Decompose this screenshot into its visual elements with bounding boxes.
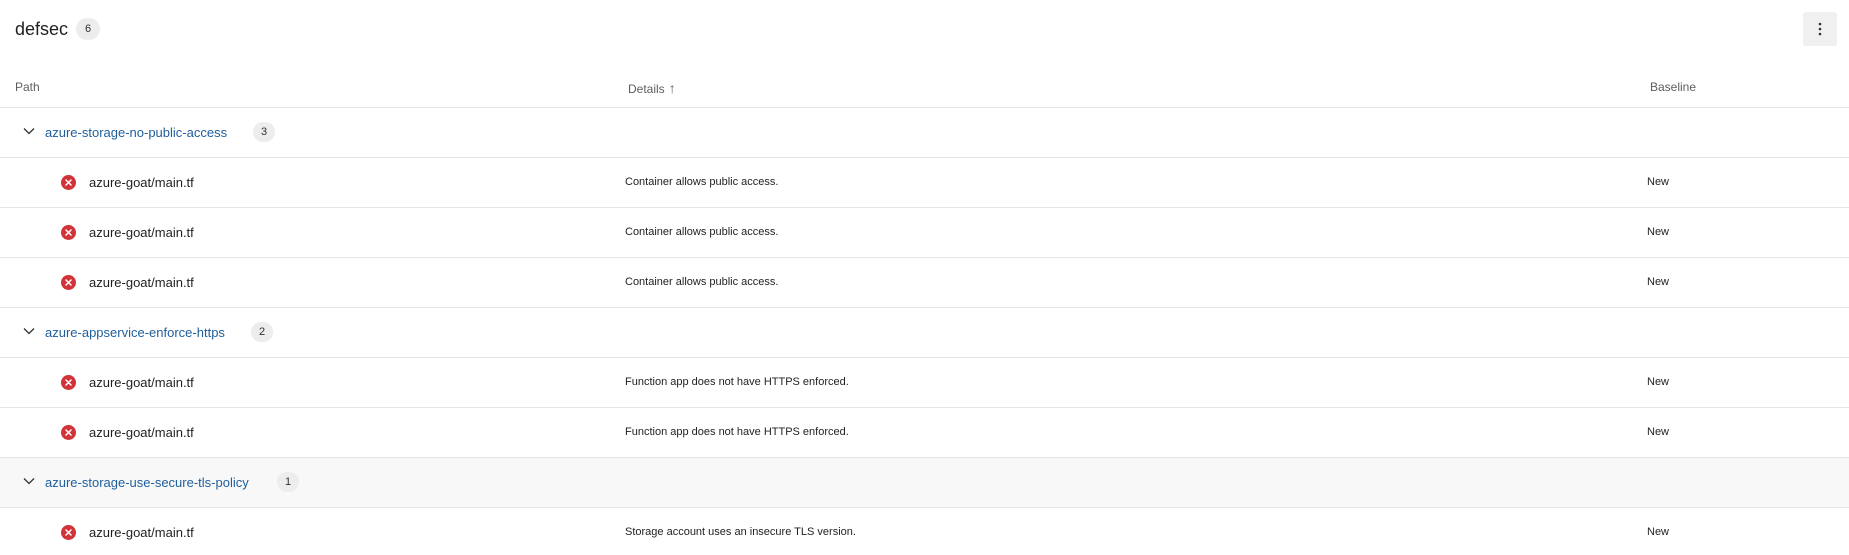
file-path[interactable]: azure-goat/main.tf [89,275,194,290]
error-icon [61,175,76,190]
arrow-up-icon: ↑ [668,80,676,96]
baseline-status: New [1647,276,1670,288]
finding-details: Container allows public access. [625,276,779,288]
group-link[interactable]: azure-storage-use-secure-tls-policy [45,475,249,490]
table-row[interactable]: azure-goat/main.tf Container allows publi… [0,158,1849,208]
table-row[interactable]: azure-goat/main.tf Function app does not … [0,408,1849,458]
finding-details: Function app does not have HTTPS enforce… [625,376,849,388]
chevron-down-icon[interactable] [22,324,36,338]
file-path[interactable]: azure-goat/main.tf [89,425,194,440]
finding-details: Container allows public access. [625,176,779,188]
table-row[interactable]: azure-goat/main.tf Container allows publi… [0,208,1849,258]
finding-details: Storage account uses an insecure TLS ver… [625,526,856,538]
column-header-baseline[interactable]: Baseline [1650,80,1696,94]
finding-details: Container allows public access. [625,226,779,238]
page-title: defsec [15,18,69,39]
file-path[interactable]: azure-goat/main.tf [89,375,194,390]
header: defsec 6 [0,0,1849,58]
table-body: azure-storage-no-public-access 3 azure-goa… [0,108,1849,555]
group-link[interactable]: azure-appservice-enforce-https [45,325,225,340]
total-count-badge: 6 [76,18,101,40]
table-header: Path Details ↑ Baseline [0,58,1849,108]
error-icon [61,275,76,290]
error-icon [61,375,76,390]
column-header-path[interactable]: Path [15,80,40,94]
group-count-badge: 3 [253,122,275,142]
baseline-status: New [1647,526,1670,538]
baseline-status: New [1647,226,1670,238]
file-path[interactable]: azure-goat/main.tf [89,225,194,240]
table-row[interactable]: azure-goat/main.tf Function app does not … [0,358,1849,408]
baseline-status: New [1647,376,1670,388]
group-link[interactable]: azure-storage-no-public-access [45,125,227,140]
finding-details: Function app does not have HTTPS enforce… [625,426,849,438]
file-path[interactable]: azure-goat/main.tf [89,175,194,190]
table-row[interactable]: azure-goat/main.tf Container allows publi… [0,258,1849,308]
chevron-down-icon[interactable] [22,474,36,488]
more-options-button[interactable] [1803,12,1837,46]
file-path[interactable]: azure-goat/main.tf [89,525,194,540]
column-header-details[interactable]: Details ↑ [628,80,676,96]
group-count-badge: 1 [277,472,299,492]
group-count-badge: 2 [251,322,273,342]
column-header-details-label: Details [628,82,665,96]
error-icon [61,425,76,440]
group-row[interactable]: azure-storage-use-secure-tls-policy 1 [0,458,1849,508]
error-icon [61,525,76,540]
chevron-down-icon[interactable] [22,124,36,138]
baseline-status: New [1647,426,1670,438]
table-row[interactable]: azure-goat/main.tf Storage account uses a… [0,508,1849,555]
group-row[interactable]: azure-storage-no-public-access 3 [0,108,1849,158]
error-icon [61,225,76,240]
baseline-status: New [1647,176,1670,188]
group-row[interactable]: azure-appservice-enforce-https 2 [0,308,1849,358]
more-vertical-icon [1818,22,1822,36]
